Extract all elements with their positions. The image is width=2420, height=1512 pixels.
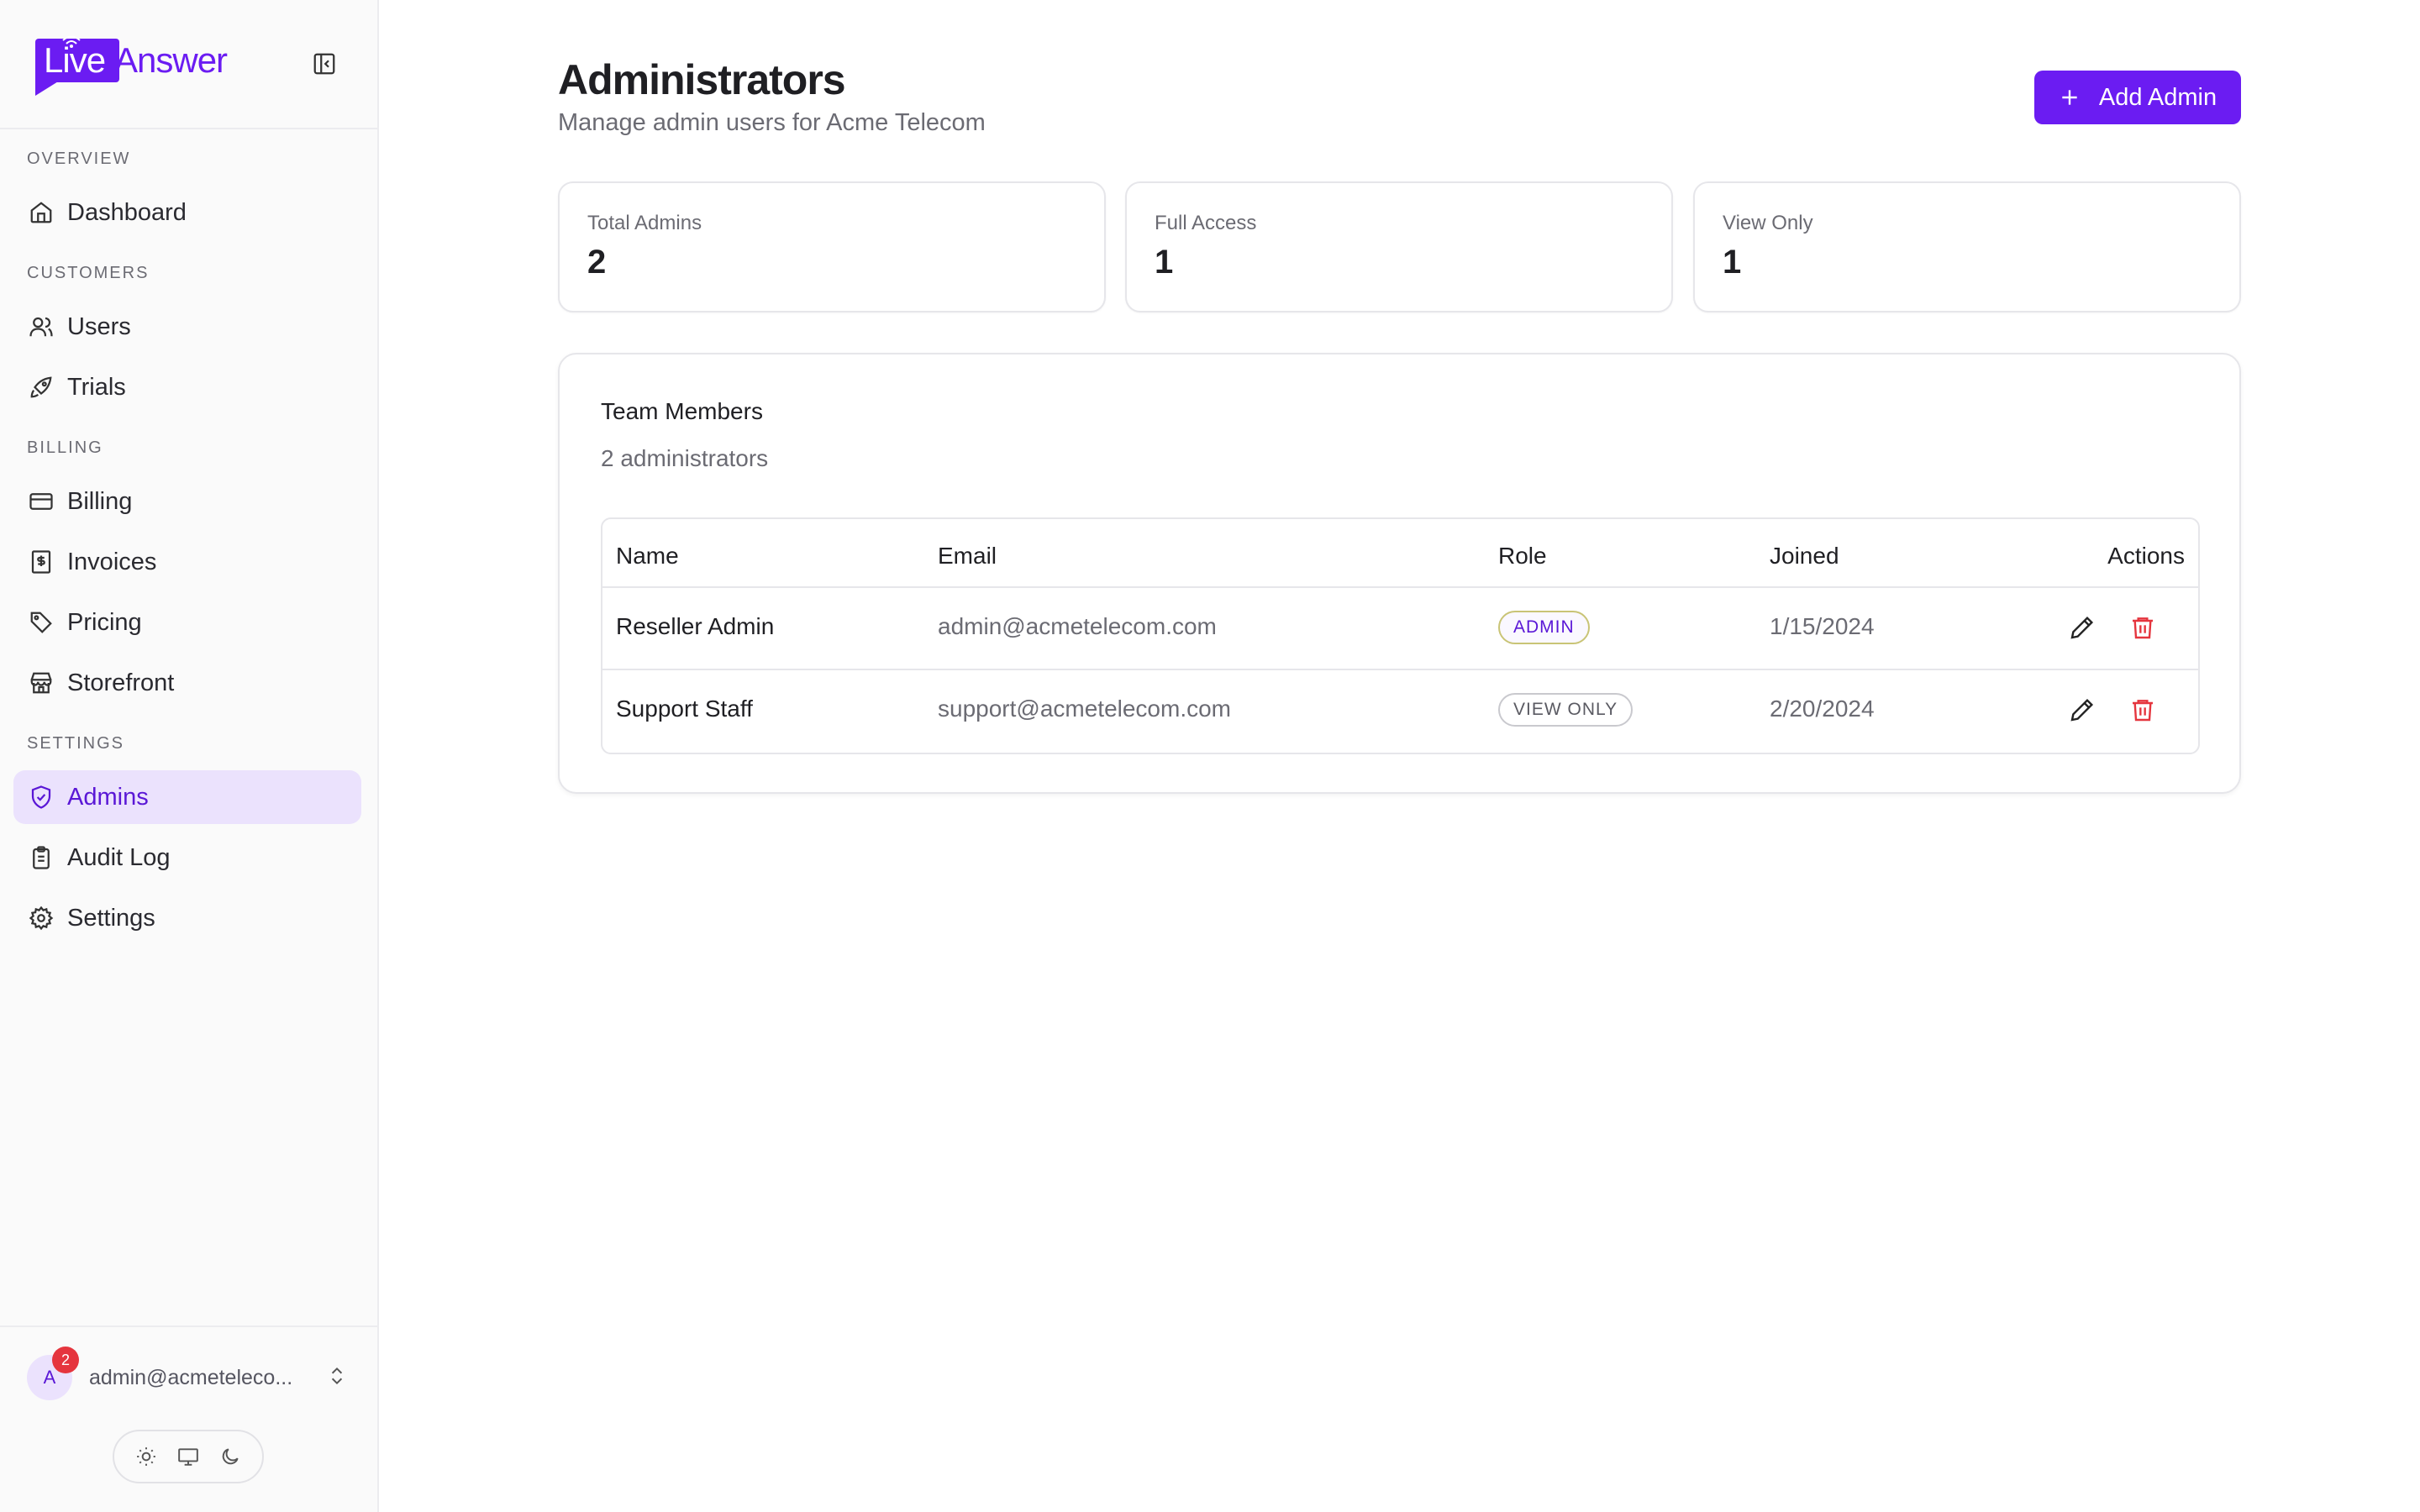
sidebar-item-billing[interactable]: Billing	[13, 475, 361, 528]
stat-value: 2	[587, 244, 607, 281]
edit-admin-button[interactable]	[2063, 608, 2102, 647]
sidebar-item-settings[interactable]: Settings	[13, 891, 361, 945]
stat-value: 1	[1723, 244, 1742, 281]
page-title: Administrators	[558, 56, 846, 103]
credit-card-icon	[27, 487, 55, 516]
moon-icon[interactable]	[219, 1446, 241, 1467]
sidebar: Live Answer OVERVIEW Dashboard CUSTOMERS…	[0, 0, 379, 1512]
stat-label: Full Access	[1155, 212, 1257, 234]
user-email: admin@acmeteleco...	[89, 1365, 293, 1389]
column-header-actions: Actions	[2107, 543, 2185, 569]
role-badge: VIEW ONLY	[1498, 693, 1634, 727]
sidebar-item-dashboard[interactable]: Dashboard	[13, 186, 361, 239]
sun-icon[interactable]	[135, 1446, 157, 1467]
column-header-role[interactable]: Role	[1498, 543, 1547, 570]
tag-icon	[27, 608, 55, 637]
sidebar-item-label: Storefront	[67, 669, 175, 696]
edit-admin-button[interactable]	[2063, 690, 2102, 729]
column-header-name[interactable]: Name	[616, 543, 679, 570]
sidebar-item-label: Invoices	[67, 548, 157, 575]
trash-icon	[2133, 700, 2153, 722]
column-header-email[interactable]: Email	[938, 543, 997, 570]
column-header-joined[interactable]: Joined	[1770, 543, 1839, 570]
role-badge: ADMIN	[1498, 611, 1590, 644]
sidebar-item-storefront[interactable]: Storefront	[13, 656, 361, 710]
store-icon	[27, 669, 55, 697]
sidebar-item-trials[interactable]: Trials	[13, 360, 361, 414]
user-menu[interactable]: A 2 admin@acmeteleco...	[27, 1347, 355, 1403]
home-icon	[27, 198, 55, 227]
sidebar-item-label: Admins	[67, 783, 149, 811]
team-members-card: Team Members 2 administrators Name Email…	[558, 353, 2241, 794]
admin-name: Reseller Admin	[616, 613, 775, 639]
plus-icon	[2059, 87, 2081, 108]
stat-value: 1	[1155, 244, 1174, 281]
sidebar-item-admins[interactable]: Admins	[13, 770, 361, 824]
delete-admin-button[interactable]	[2123, 690, 2162, 729]
users-icon	[27, 312, 55, 341]
admin-joined-date: 2/20/2024	[1770, 696, 1875, 722]
theme-toggle	[113, 1430, 264, 1483]
team-members-count: 2 administrators	[601, 445, 769, 471]
chevron-up-down-icon	[326, 1363, 348, 1393]
sidebar-item-label: Dashboard	[67, 198, 187, 226]
sidebar-item-label: Pricing	[67, 608, 142, 636]
table-row: Reseller Admin admin@acmetelecom.com ADM…	[602, 586, 2198, 670]
team-members-title: Team Members	[601, 398, 763, 424]
add-admin-label: Add Admin	[2098, 83, 2217, 111]
clipboard-icon	[27, 843, 55, 872]
trash-icon	[2133, 617, 2153, 639]
stat-card-full-access: Full Access 1	[1125, 181, 1673, 312]
stat-card-total-admins: Total Admins 2	[558, 181, 1106, 312]
avatar: A 2	[27, 1347, 79, 1400]
logo-text-answer: Answer	[114, 40, 228, 80]
rocket-icon	[27, 373, 55, 402]
receipt-icon	[27, 548, 55, 576]
pencil-icon	[2070, 616, 2094, 639]
gear-icon	[27, 904, 55, 932]
shield-icon	[27, 783, 55, 811]
admin-email: admin@acmetelecom.com	[938, 613, 1217, 639]
section-label-settings: SETTINGS	[27, 734, 125, 753]
delete-admin-button[interactable]	[2123, 608, 2162, 647]
sidebar-item-label: Billing	[67, 487, 133, 515]
section-label-overview: OVERVIEW	[27, 150, 131, 168]
admins-table: Name Email Role Joined Actions Reseller …	[601, 517, 2200, 754]
admin-joined-date: 1/15/2024	[1770, 613, 1875, 639]
admin-email: support@acmetelecom.com	[938, 696, 1232, 722]
sidebar-item-label: Trials	[67, 373, 126, 401]
sidebar-item-invoices[interactable]: Invoices	[13, 535, 361, 589]
notification-badge: 2	[52, 1347, 79, 1373]
pencil-icon	[2070, 698, 2094, 722]
sidebar-item-label: Users	[67, 312, 131, 340]
stat-label: View Only	[1723, 212, 1813, 234]
sidebar-item-audit-log[interactable]: Audit Log	[13, 831, 361, 885]
sidebar-item-label: Audit Log	[67, 843, 171, 871]
sidebar-item-pricing[interactable]: Pricing	[13, 596, 361, 649]
liveanswer-logo[interactable]: Live Answer	[32, 35, 242, 96]
sidebar-item-label: Settings	[67, 904, 155, 932]
stat-label: Total Admins	[587, 212, 702, 234]
sidebar-item-users[interactable]: Users	[13, 300, 361, 354]
add-admin-button[interactable]: Add Admin	[2034, 71, 2241, 124]
section-label-customers: CUSTOMERS	[27, 264, 150, 282]
section-label-billing: BILLING	[27, 438, 103, 457]
main-content: Administrators Manage admin users for Ac…	[379, 0, 2420, 1512]
table-row: Support Staff support@acmetelecom.com VI…	[602, 669, 2198, 753]
sidebar-collapse-icon	[313, 53, 335, 75]
logo-text-live: Live	[44, 40, 106, 80]
stat-card-view-only: View Only 1	[1693, 181, 2241, 312]
admin-name: Support Staff	[616, 696, 753, 722]
collapse-sidebar-button[interactable]	[309, 49, 339, 79]
page-subtitle: Manage admin users for Acme Telecom	[558, 109, 986, 136]
monitor-icon[interactable]	[176, 1446, 200, 1467]
